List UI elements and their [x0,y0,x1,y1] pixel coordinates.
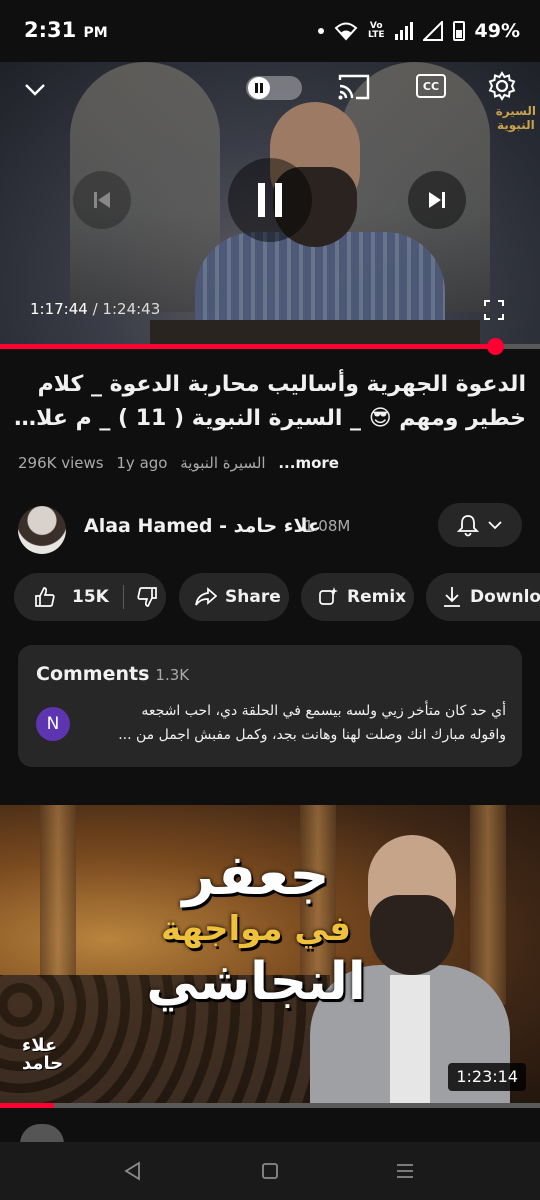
system-nav-bar [0,1142,540,1200]
like-count[interactable]: 15K [72,587,109,607]
status-time: 2:31 PM [24,18,108,42]
share-arrow-icon [195,587,217,606]
next-video-thumbnail[interactable]: جعفر في مواجهة النجاشي علاء حامد 1:23:14 [0,805,540,1103]
remix-button[interactable]: Remix [301,573,414,621]
video-title-line2: خطير ومهم 😎 _ السيرة النبوية ( 11 ) _ م … [14,406,526,431]
recents-nav-button[interactable] [390,1156,420,1186]
speaker-figure [195,102,445,344]
action-bar: 15K Share Remix Download [14,573,540,621]
notifications-button[interactable] [438,503,522,547]
previous-button[interactable] [73,171,131,229]
bell-icon [457,515,479,537]
like-dislike-pill: 15K [14,573,166,621]
like-divider [122,585,124,609]
status-ampm: PM [83,25,108,41]
autoplay-pause-icon [248,77,270,99]
thumb-headline-line3: النجاشي [146,952,366,1012]
remix-label: Remix [347,587,407,607]
commenter-avatar: N [36,707,70,741]
status-bar: 2:31 PM Vo LTE 49% [0,0,540,62]
battery-percent: 49% [474,20,520,42]
share-label: Share [225,587,281,607]
status-icons: Vo LTE 49% [317,16,520,46]
playback-time: 1:17:44 / 1:24:43 [30,300,160,318]
total-time: 1:24:43 [102,300,161,318]
skip-next-icon [429,192,445,208]
home-square-icon [262,1163,278,1179]
skip-previous-icon [94,192,110,208]
remix-icon [319,587,338,605]
download-icon [444,587,460,607]
next-item-avatar-peek [20,1124,64,1144]
status-time-value: 2:31 [24,18,77,42]
video-title[interactable]: الدعوة الجهرية وأساليب محاربة الدعوة _ ك… [14,368,526,436]
thumb-logo-line2: حامد [22,1053,64,1074]
volte-icon: Vo LTE [368,22,385,40]
back-triangle-icon [124,1161,140,1181]
share-button[interactable]: Share [179,573,289,621]
comments-card[interactable]: Comments 1.3K N أي حد كان متأخر زيي ولسه … [18,645,522,767]
notification-dot-icon [317,28,324,34]
menu-lines-icon [397,1164,413,1178]
back-nav-button[interactable] [118,1156,148,1186]
chevron-down-icon [488,521,502,530]
subscriber-count: 1.08M [304,517,351,535]
upload-age: 1y ago [116,454,168,472]
minimize-chevron-icon[interactable] [20,74,50,104]
thumb-headline: جعفر في مواجهة النجاشي [136,845,376,1013]
captions-cc-icon[interactable]: CC [416,74,446,98]
comment-line1: أي حد كان متأخر زيي ولسه بيسمع في الحلقة… [141,703,506,719]
video-player[interactable]: CC السيرة النبوية 1:17:44 / 1:24:43 [0,62,540,344]
channel-avatar[interactable] [18,506,66,554]
thumbs-up-icon[interactable] [34,586,56,608]
seek-bar-played [0,344,496,349]
thumb-logo: علاء حامد [22,1037,63,1073]
channel-watermark: السيرة النبوية [496,104,536,132]
autoplay-toggle[interactable] [246,76,302,100]
signal-triangle-icon [422,21,443,41]
thumbs-down-icon[interactable] [136,586,158,608]
watermark-line1: السيرة [495,104,536,118]
comment-line2: واقوله مبارك انك وصلت لهنا وهانت بجد، وك… [118,727,506,743]
time-separator: / [87,300,103,318]
battery-icon [452,21,465,41]
channel-name[interactable]: Alaa Hamed - علاء حامد [84,515,321,537]
fullscreen-icon[interactable] [484,300,504,320]
cast-icon[interactable] [336,72,372,102]
playlist-tag[interactable]: السيرة النبوية [180,454,265,472]
seek-handle[interactable] [487,338,505,355]
settings-gear-icon[interactable] [486,70,518,102]
watched-progress-fill [0,1103,54,1108]
pause-icon [258,183,282,217]
watermark-line2: النبوية [496,118,535,132]
volte-bottom: LTE [367,30,385,40]
view-count: 296K views [18,454,104,472]
current-time: 1:17:44 [30,300,88,318]
seek-bar[interactable] [0,338,540,355]
next-button[interactable] [408,171,466,229]
video-meta[interactable]: 296K views 1y ago السيرة النبوية ...more [18,454,528,472]
thumb-headline-line2: في مواجهة [160,909,352,949]
wifi-icon [334,22,358,41]
home-nav-button[interactable] [255,1156,285,1186]
download-button[interactable]: Download [426,573,540,621]
video-duration-badge: 1:23:14 [448,1063,526,1091]
desk [150,320,480,344]
more-link[interactable]: ...more [278,454,339,472]
pause-button[interactable] [228,158,312,242]
comments-heading: Comments 1.3K [36,663,189,685]
watched-progress-bar [0,1103,540,1108]
channel-row[interactable]: Alaa Hamed - علاء حامد 1.08M [0,498,540,554]
signal-bars-icon [394,22,413,40]
comments-title: Comments [36,663,150,685]
thumb-headline-line1: جعفر [182,843,330,908]
top-comment-preview: أي حد كان متأخر زيي ولسه بيسمع في الحلقة… [86,699,506,747]
download-label: Download [470,587,540,607]
comments-count: 1.3K [155,666,190,684]
video-title-line1: الدعوة الجهرية وأساليب محاربة الدعوة _ ك… [37,372,526,397]
